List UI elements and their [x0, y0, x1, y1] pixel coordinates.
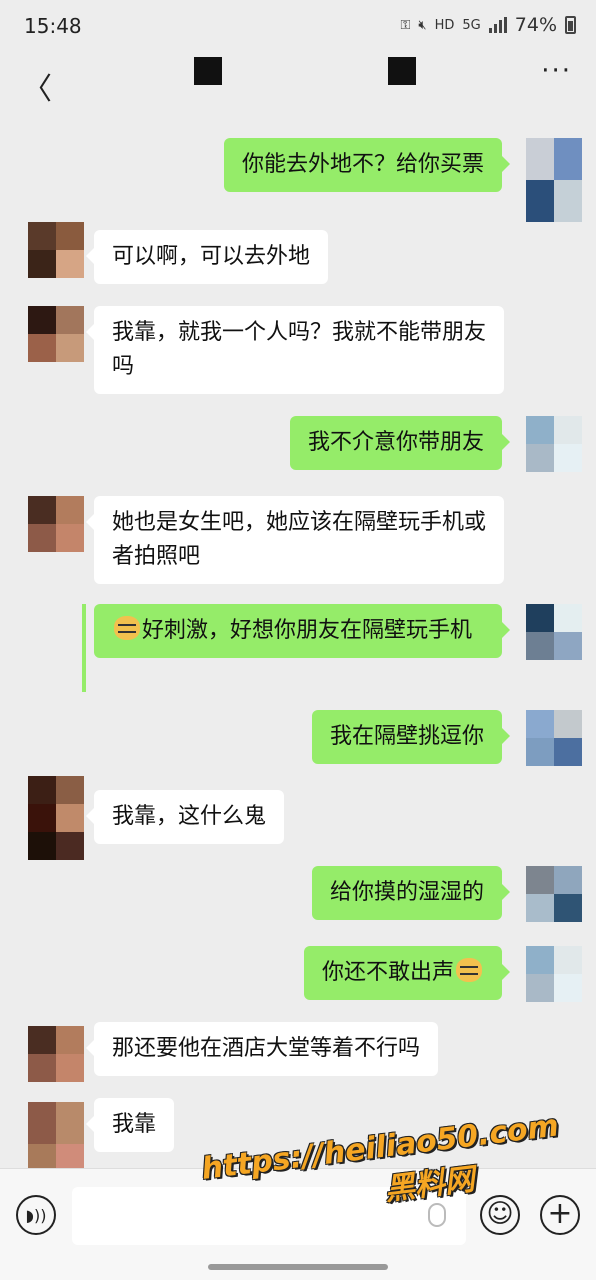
message-list[interactable]: 你能去外地不？给你买票 可以啊，可以去外地 我靠，就我一个人吗？我就不能带朋友吗… [0, 110, 596, 1168]
voice-icon[interactable]: ◗)) [16, 1195, 56, 1235]
home-indicator[interactable] [208, 1264, 388, 1270]
sent-bubble[interactable]: 给你摸的湿湿的 [311, 866, 511, 920]
message-text: 好刺激，好想你朋友在隔壁玩手机 [142, 618, 473, 643]
received-bubble[interactable]: 我靠，这什么鬼 [85, 790, 285, 844]
status-time: 15:48 [24, 14, 82, 38]
more-dots-icon[interactable]: ··· [541, 56, 572, 86]
sent-bubble[interactable]: 你还不敢出声 [303, 946, 511, 1000]
quote-indicator [82, 604, 86, 692]
plus-icon[interactable]: + [540, 1195, 580, 1235]
avatar[interactable] [526, 710, 582, 766]
sent-bubble[interactable]: 我不介意你带朋友 [289, 416, 511, 470]
message-text: 给你摸的湿湿的 [329, 880, 484, 905]
avatar[interactable] [28, 776, 84, 860]
message-text: 我靠 [112, 1112, 157, 1137]
doge-emoji-icon [456, 958, 482, 982]
received-bubble[interactable]: 她也是女生吧，她应该在隔壁玩手机或者拍照吧 [86, 496, 504, 584]
message-text: 你还不敢出声 [321, 960, 454, 985]
message-text: 我不介意你带朋友 [307, 430, 484, 455]
avatar[interactable] [28, 1026, 84, 1082]
doge-emoji-icon [114, 616, 140, 640]
avatar[interactable] [28, 306, 84, 362]
message-text: 她也是女生吧，她应该在隔壁玩手机或者拍照吧 [112, 510, 487, 569]
mic-icon [428, 1203, 446, 1227]
sent-bubble[interactable]: 我在隔壁挑逗你 [311, 710, 511, 764]
avatar[interactable] [526, 604, 582, 660]
emoji-icon[interactable]: ☺ [480, 1195, 520, 1235]
avatar[interactable] [526, 138, 582, 222]
sent-bubble[interactable]: 好刺激，好想你朋友在隔壁玩手机 [94, 604, 510, 658]
avatar[interactable] [526, 866, 582, 922]
avatar[interactable] [28, 222, 84, 278]
battery-percent: 74% [514, 14, 557, 36]
message-text: 那还要他在酒店大堂等着不行吗 [112, 1036, 421, 1061]
received-bubble[interactable]: 可以啊，可以去外地 [85, 230, 329, 284]
chevron-left-icon[interactable]: 〈 [22, 64, 52, 108]
received-bubble[interactable]: 我靠，就我一个人吗？我就不能带朋友吗 [86, 306, 504, 394]
input-bar: ◗)) ☺ + [0, 1168, 596, 1280]
status-bar: 15:48 ⚿ 🔇︎ HD 5G 74% [0, 0, 596, 52]
avatar[interactable] [526, 946, 582, 1002]
received-bubble[interactable]: 我靠 [85, 1098, 175, 1152]
avatar[interactable] [526, 416, 582, 472]
hd-label: HD [434, 17, 455, 33]
message-text: 我靠，就我一个人吗？我就不能带朋友吗 [112, 320, 487, 379]
message-text: 我在隔壁挑逗你 [329, 724, 484, 749]
redacted-title-block [388, 57, 416, 85]
chat-header: 〈 ··· [0, 52, 596, 110]
avatar[interactable] [28, 1102, 84, 1168]
received-bubble[interactable]: 那还要他在酒店大堂等着不行吗 [85, 1022, 439, 1076]
mute-icon: 🔇︎ [418, 17, 427, 33]
key-icon: ⚿ [400, 17, 411, 33]
message-input[interactable] [72, 1187, 466, 1245]
message-text: 你能去外地不？给你买票 [241, 152, 484, 177]
battery-icon [565, 16, 576, 34]
redacted-title-block [194, 57, 222, 85]
message-text: 可以啊，可以去外地 [112, 244, 311, 269]
avatar[interactable] [28, 496, 84, 552]
status-icons: ⚿ 🔇︎ HD 5G 74% [400, 14, 576, 36]
signal-icon [488, 17, 507, 33]
message-text: 我靠，这什么鬼 [112, 804, 267, 829]
network-label: 5G [462, 17, 481, 33]
sent-bubble[interactable]: 你能去外地不？给你买票 [223, 138, 511, 192]
